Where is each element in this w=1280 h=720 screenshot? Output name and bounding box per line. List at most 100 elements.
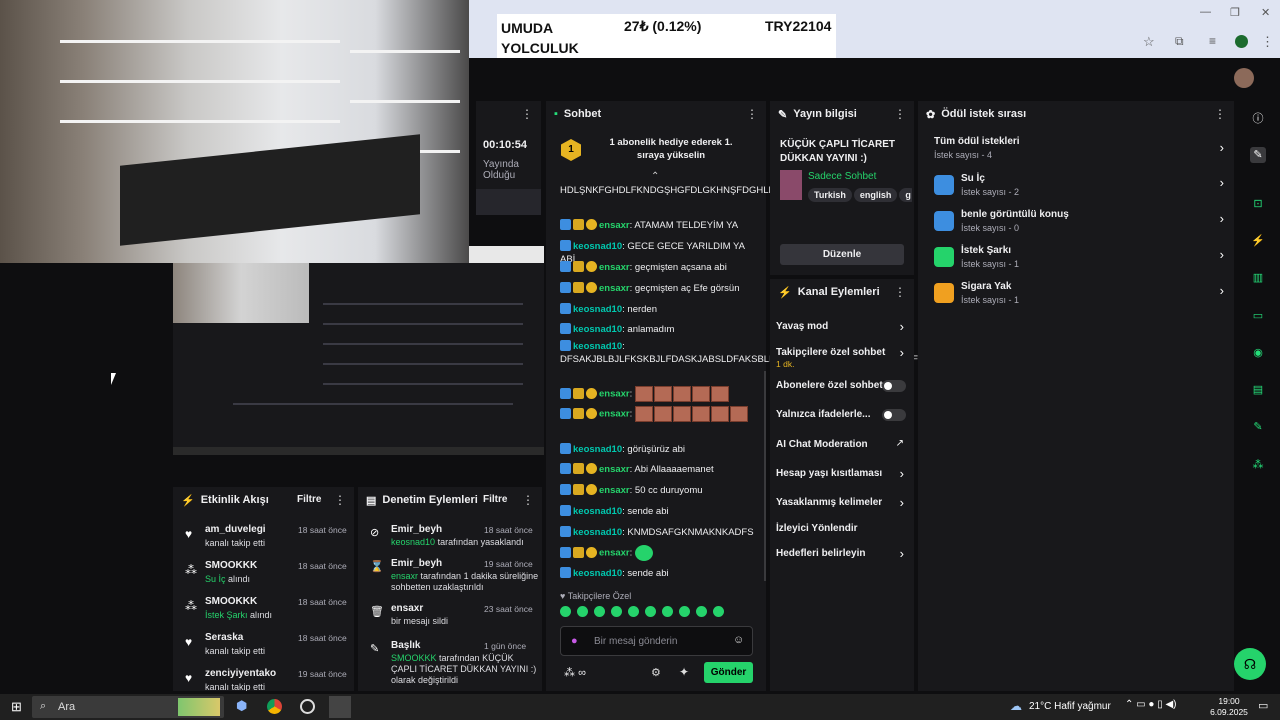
chat-message[interactable]: ensaxr: bbox=[560, 545, 754, 561]
chat-username[interactable]: keosnad10 bbox=[573, 241, 622, 252]
chat-message[interactable]: ensaxr: 50 cc duruyomu bbox=[560, 484, 754, 497]
chat-username[interactable]: keosnad10 bbox=[573, 324, 622, 335]
toggle-switch[interactable] bbox=[882, 380, 906, 392]
menu-icon[interactable]: ⋮ bbox=[1261, 34, 1274, 50]
activity-filter-button[interactable]: Filtre bbox=[297, 494, 321, 505]
chat-message[interactable]: keosnad10: sende abi bbox=[560, 567, 754, 580]
channel-action-item[interactable]: Hesap yaşı kısıtlaması › bbox=[770, 466, 914, 488]
clock-time[interactable]: 19:00 bbox=[1215, 696, 1243, 706]
tag[interactable]: english bbox=[853, 188, 898, 202]
close-button[interactable]: ✕ bbox=[1261, 6, 1270, 19]
emote-bar[interactable] bbox=[560, 606, 754, 622]
chat-username[interactable]: ensaxr bbox=[599, 548, 630, 559]
stream-info-more-icon[interactable]: ⋮ bbox=[894, 107, 906, 121]
mic-icon[interactable]: ● bbox=[571, 635, 578, 647]
chat-message[interactable]: ensaxr: geçmişten aç Efe görsün bbox=[560, 282, 754, 295]
chat-username[interactable]: keosnad10 bbox=[573, 444, 622, 455]
taskbar-search[interactable]: ⌕ Ara bbox=[32, 696, 224, 718]
activity-item[interactable]: ⁂ SMOOKKK 18 saat önce Su İç alındı bbox=[173, 559, 354, 593]
chat-username[interactable]: keosnad10 bbox=[573, 527, 622, 538]
clipboard-icon[interactable]: ▥ bbox=[1250, 270, 1266, 286]
channel-action-item[interactable]: Yavaş mod › bbox=[770, 319, 914, 341]
chat-message[interactable]: keosnad10: KNMDSAFGKNMAKNKADFS bbox=[560, 526, 754, 539]
minimize-button[interactable]: — bbox=[1200, 6, 1211, 18]
tray-icons[interactable]: ⌃ ▭ ● ▯ ◀) bbox=[1125, 699, 1177, 710]
chat-more-icon[interactable]: ⋮ bbox=[746, 107, 758, 121]
chat-message[interactable]: keosnad10: görüşürüz abi bbox=[560, 443, 754, 456]
edit-icon[interactable]: ✎ bbox=[1250, 147, 1266, 163]
chrome-icon[interactable] bbox=[267, 699, 282, 714]
support-icon[interactable]: ☊ bbox=[1234, 648, 1266, 680]
mod-action-item[interactable]: ✎ Başlık 1 gün önce SMOOKKK tarafından KÜÇÜ… bbox=[358, 639, 542, 685]
tag[interactable]: g bbox=[899, 188, 912, 202]
reward-item[interactable]: Su İç İstek sayısı - 2 › bbox=[918, 172, 1234, 200]
collapse-icon[interactable]: ⌃ bbox=[651, 171, 659, 182]
steam-icon[interactable]: ⬢ bbox=[236, 698, 247, 714]
chat-username[interactable]: keosnad10 bbox=[573, 304, 622, 315]
chat-message[interactable]: keosnad10: sende abi bbox=[560, 505, 754, 518]
mod-more-icon[interactable]: ⋮ bbox=[522, 493, 534, 507]
all-rewards-row[interactable]: Tüm ödül istekleri İstek sayısı - 4 › bbox=[918, 136, 1234, 164]
mod-action-item[interactable]: ⌛ Emir_beyh 19 saat önce ensaxr tarafından … bbox=[358, 557, 542, 593]
chat-message[interactable]: ensaxr: bbox=[560, 406, 754, 422]
reward-item[interactable]: Sigara Yak İstek sayısı - 1 › bbox=[918, 280, 1234, 308]
channel-action-item[interactable]: İzleyici Yönlendir bbox=[770, 521, 914, 543]
chat-username[interactable]: ensaxr bbox=[599, 464, 630, 475]
emoji-icon[interactable]: ☺ bbox=[733, 634, 744, 646]
notification-icon[interactable]: ▭ bbox=[1258, 699, 1268, 712]
send-button[interactable]: Gönder bbox=[704, 662, 753, 683]
activity-item[interactable]: ♥ Seraska 18 saat önce kanalı takip etti bbox=[173, 631, 354, 665]
camera-icon[interactable]: ⊡ bbox=[1250, 196, 1266, 212]
chat-username[interactable]: ensaxr bbox=[599, 262, 630, 273]
chat-input[interactable]: ● Bir mesaj gönderin ☺ bbox=[560, 626, 753, 656]
chat-message[interactable]: ensaxr: Abi Allaaaaemanet bbox=[560, 463, 754, 476]
windows-start-icon[interactable]: ⊞ bbox=[11, 699, 22, 715]
chat-message[interactable]: HDLŞNKFGHDLFKNDGŞHGFDLGKHNŞFDGHLNKŞ bbox=[560, 184, 788, 197]
settings-icon[interactable]: ⚙ bbox=[651, 666, 661, 679]
reward-item[interactable]: İstek Şarkı İstek sayısı - 1 › bbox=[918, 244, 1234, 272]
edit-button[interactable]: Düzenle bbox=[780, 244, 904, 265]
channel-action-item[interactable]: Abonelere özel sohbet bbox=[770, 378, 914, 400]
channel-action-item[interactable]: Takipçilere özel sohbet 1 dk. › bbox=[770, 345, 914, 369]
maximize-button[interactable]: ❐ bbox=[1230, 6, 1240, 19]
chat-message[interactable]: keosnad10: nerden bbox=[560, 303, 754, 316]
pinned-message[interactable]: 1 abonelik hediye ederek 1. sıraya yükse… bbox=[596, 136, 746, 162]
chat-username[interactable]: keosnad10 bbox=[573, 341, 622, 352]
channel-actions-more-icon[interactable]: ⋮ bbox=[894, 285, 906, 299]
mod-filter-button[interactable]: Filtre bbox=[483, 494, 507, 505]
chat-message[interactable]: ensaxr: geçmişten açsana abi bbox=[560, 261, 754, 274]
bot-icon[interactable]: ✦ bbox=[679, 665, 689, 679]
apps-icon[interactable]: ⁂ bbox=[1250, 457, 1266, 473]
mod-action-item[interactable]: ⊘ Emir_beyh 18 saat önce keosnad10 tarafınd… bbox=[358, 523, 542, 559]
activity-item[interactable]: ♥ zenciyiyentako 19 saat önce kanalı takip … bbox=[173, 667, 354, 691]
obs-icon[interactable] bbox=[300, 699, 315, 714]
chat-username[interactable]: ensaxr bbox=[599, 389, 630, 400]
chat-username[interactable]: ensaxr bbox=[599, 485, 630, 496]
chat-bubble-icon[interactable]: ▭ bbox=[1250, 308, 1266, 324]
activity-item[interactable]: ♥ am_duvelegi 18 saat önce kanalı takip ett… bbox=[173, 523, 354, 557]
server-icon[interactable]: ▤ bbox=[1250, 382, 1266, 398]
info-icon[interactable]: ⓘ bbox=[1250, 111, 1266, 127]
reward-item[interactable]: benle görüntülü konuş İstek sayısı - 0 › bbox=[918, 208, 1234, 236]
bookmark-star-icon[interactable]: ☆ bbox=[1143, 34, 1155, 50]
more-icon[interactable]: ⋮ bbox=[521, 107, 533, 121]
broadcast-icon[interactable]: ◉ bbox=[1250, 345, 1266, 361]
chat-username[interactable]: keosnad10 bbox=[573, 506, 622, 517]
bolt-rail-icon[interactable]: ⚡ bbox=[1250, 233, 1266, 249]
channel-action-item[interactable]: Hedefleri belirleyin › bbox=[770, 546, 914, 568]
channel-action-item[interactable]: Yalnızca ifadelerle... bbox=[770, 407, 914, 429]
points-indicator[interactable]: ⁂ ∞ bbox=[564, 666, 586, 679]
chat-scrollbar[interactable] bbox=[764, 371, 766, 581]
chat-message[interactable]: ensaxr: bbox=[560, 386, 754, 402]
user-avatar[interactable] bbox=[1234, 68, 1254, 88]
chat-username[interactable]: ensaxr bbox=[599, 409, 630, 420]
chat-message[interactable]: ensaxr: ATAMAM TELDEYİM YA bbox=[560, 219, 754, 232]
chat-message[interactable]: keosnad10: anlamadım bbox=[560, 323, 754, 336]
chat-username[interactable]: ensaxr bbox=[599, 283, 630, 294]
channel-action-item[interactable]: AI Chat Moderation ↗ bbox=[770, 437, 914, 459]
clock-date[interactable]: 6.09.2025 bbox=[1205, 707, 1253, 717]
app-icon[interactable] bbox=[329, 696, 351, 718]
activity-item[interactable]: ⁂ SMOOKKK 18 saat önce İstek Şarkı alındı bbox=[173, 595, 354, 629]
profile-avatar[interactable] bbox=[1235, 35, 1248, 48]
chat-message[interactable]: keosnad10: DFSAKJBLBJLFKSKBJLFDASKJABSLD… bbox=[560, 340, 973, 366]
